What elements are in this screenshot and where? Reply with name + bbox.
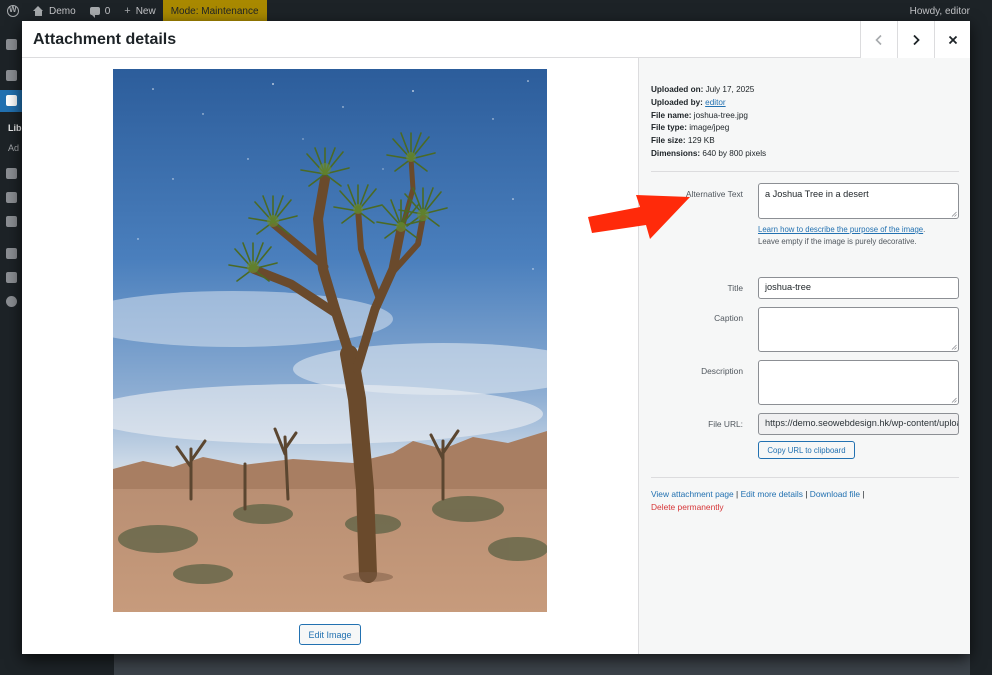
close-button[interactable] <box>934 21 970 58</box>
comments-link[interactable]: 0 <box>83 0 118 22</box>
admin-sidebar: Lib Ad <box>0 22 22 675</box>
maintenance-mode-badge[interactable]: Mode: Maintenance <box>162 0 267 22</box>
file-details: Uploaded on: July 17, 2025 Uploaded by: … <box>651 84 766 161</box>
resize-handle-icon[interactable] <box>951 211 957 217</box>
file-name-label: File name: <box>651 110 692 120</box>
uploaded-by-row: Uploaded by: editor <box>651 97 766 110</box>
site-name: Demo <box>49 5 76 17</box>
home-icon <box>33 6 44 16</box>
uploaded-on-value: July 17, 2025 <box>705 85 755 94</box>
dashboard-icon[interactable] <box>6 39 17 50</box>
modal-header: Attachment details <box>22 21 970 58</box>
caption-input[interactable] <box>758 307 959 352</box>
backdrop-bottom <box>22 654 970 675</box>
alt-text-label: Alternative Text <box>685 189 743 199</box>
description-label: Description <box>701 366 743 376</box>
file-url-input[interactable]: https://demo.seowebdesign.hk/wp-content/… <box>758 413 959 435</box>
user-account-menu[interactable]: Howdy, editor <box>910 0 970 22</box>
wordpress-icon <box>7 5 19 17</box>
site-name-link[interactable]: Demo <box>26 0 83 22</box>
help-period: . <box>923 225 926 234</box>
modal-title: Attachment details <box>33 31 177 48</box>
file-name-row: File name: joshua-tree.jpg <box>651 110 766 123</box>
alt-text-input[interactable]: a Joshua Tree in a desert <box>758 183 959 219</box>
chevron-left-icon <box>875 34 882 45</box>
alt-text-value: a Joshua Tree in a desert <box>765 189 869 199</box>
settings-icon[interactable] <box>6 296 17 307</box>
media-preview-column: Edit Image <box>22 58 638 654</box>
attachment-actions: View attachment page | Edit more details… <box>651 488 951 513</box>
edit-image-button[interactable]: Edit Image <box>299 624 361 645</box>
dimensions-label: Dimensions: <box>651 148 701 158</box>
separator: | <box>733 489 741 499</box>
file-size-row: File size: 129 KB <box>651 135 766 148</box>
file-type-row: File type: image/jpeg <box>651 122 766 135</box>
pages-icon[interactable] <box>6 168 17 179</box>
wordpress-logo-button[interactable] <box>0 0 26 22</box>
users-icon[interactable] <box>6 248 17 259</box>
sidebar-item-add[interactable]: Ad <box>8 143 19 153</box>
attachment-details-modal: Attachment details Edit Image Uploaded o… <box>22 21 970 654</box>
attachment-image <box>113 69 547 612</box>
tools-icon[interactable] <box>6 272 17 283</box>
maintenance-mode-label: Mode: Maintenance <box>170 5 259 17</box>
howdy-text: Howdy, editor <box>909 5 970 17</box>
comments-icon[interactable] <box>6 192 17 203</box>
pin-icon[interactable] <box>6 70 17 81</box>
admin-bar: Demo 0 + New Mode: Maintenance Howdy, ed… <box>0 0 992 22</box>
comment-icon <box>89 7 100 18</box>
delete-permanently-link[interactable]: Delete permanently <box>651 502 724 512</box>
new-label: New <box>135 5 156 17</box>
uploaded-on-row: Uploaded on: July 17, 2025 <box>651 84 766 97</box>
next-button[interactable] <box>897 21 934 58</box>
caption-label: Caption <box>714 313 743 323</box>
title-input[interactable]: joshua-tree <box>758 277 959 299</box>
file-size-value: 129 KB <box>687 136 715 146</box>
previous-button[interactable] <box>860 21 897 58</box>
alt-text-help-link[interactable]: Learn how to describe the purpose of the… <box>758 225 923 234</box>
download-file-link[interactable]: Download file <box>810 489 860 499</box>
plus-icon: + <box>124 5 131 17</box>
alt-text-help-note: Leave empty if the image is purely decor… <box>758 237 917 246</box>
uploaded-by-link[interactable]: editor <box>705 98 725 107</box>
file-name-value: joshua-tree.jpg <box>693 110 748 120</box>
file-url-label: File URL: <box>708 419 743 429</box>
edit-details-link[interactable]: Edit more details <box>741 489 803 499</box>
attachment-info-column: Uploaded on: July 17, 2025 Uploaded by: … <box>638 58 970 654</box>
view-attachment-link[interactable]: View attachment page <box>651 489 734 499</box>
uploaded-on-label: Uploaded on: <box>651 85 704 94</box>
uploaded-by-label: Uploaded by: <box>651 97 703 107</box>
alt-text-help: Learn how to describe the purpose of the… <box>758 224 925 248</box>
dimensions-value: 640 by 800 pixels <box>702 148 767 158</box>
chevron-right-icon <box>913 34 920 45</box>
close-icon <box>948 35 957 44</box>
title-value: joshua-tree <box>765 282 811 292</box>
divider <box>651 477 959 478</box>
appearance-icon[interactable] <box>6 216 17 227</box>
backdrop <box>970 22 992 675</box>
sidebar-item-library[interactable]: Lib <box>8 123 22 133</box>
file-type-value: image/jpeg <box>689 123 730 133</box>
file-size-label: File size: <box>651 136 686 146</box>
description-input[interactable] <box>758 360 959 405</box>
separator-trailing: | <box>860 489 865 499</box>
file-url-value: https://demo.seowebdesign.hk/wp-content/… <box>765 418 958 428</box>
file-type-label: File type: <box>651 123 687 133</box>
new-content-button[interactable]: + New <box>117 0 162 22</box>
media-icon <box>6 95 17 106</box>
copy-url-button[interactable]: Copy URL to clipboard <box>758 441 855 459</box>
title-label: Title <box>727 283 743 293</box>
resize-handle-icon[interactable] <box>951 397 957 403</box>
comments-count: 0 <box>104 5 111 17</box>
divider <box>651 171 959 172</box>
dimensions-row: Dimensions: 640 by 800 pixels <box>651 148 766 161</box>
separator: | <box>802 489 810 499</box>
resize-handle-icon[interactable] <box>951 344 957 350</box>
red-arrow-icon <box>588 195 690 239</box>
